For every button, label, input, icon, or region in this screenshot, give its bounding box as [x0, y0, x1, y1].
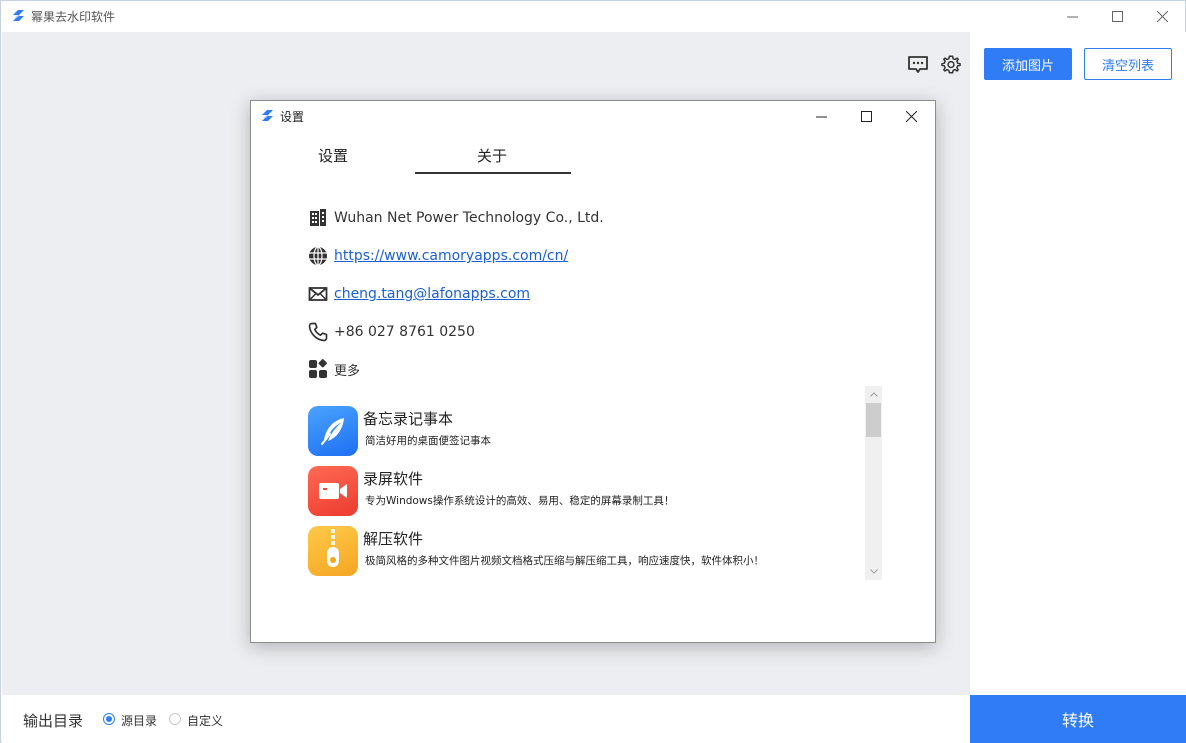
phone-icon [308, 322, 328, 342]
minimize-button[interactable] [1050, 1, 1094, 32]
app-name: 备忘录记事本 [363, 410, 454, 428]
scroll-down-button[interactable] [865, 563, 882, 580]
app-item-unzip[interactable]: 解压软件 极简风格的多种文件图片视频文档格式压缩与解压缩工具，响应速度快，软件体… [308, 526, 868, 578]
dialog-logo-icon [262, 110, 273, 121]
website-link[interactable]: https://www.camoryapps.com/cn/ [334, 248, 568, 264]
website-row: https://www.camoryapps.com/cn/ [308, 245, 568, 267]
apps-grid-icon [309, 359, 327, 378]
add-image-button[interactable]: 添加图片 [984, 48, 1072, 80]
tab-settings[interactable]: 设置 [318, 145, 348, 166]
gear-icon[interactable] [940, 54, 962, 76]
close-icon [905, 110, 917, 122]
app-item-screen-recorder[interactable]: 录屏软件 专为Windows操作系统设计的高效、易用、稳定的屏幕录制工具！ [308, 466, 868, 518]
app-item-memo[interactable]: 备忘录记事本 简洁好用的桌面便签记事本 [308, 406, 868, 458]
maximize-button[interactable] [1095, 1, 1139, 32]
more-label: 更多 [334, 363, 361, 379]
video-camera-icon [308, 466, 358, 516]
active-tab-indicator [415, 172, 571, 174]
phone-row: +86 027 8761 0250 [308, 321, 475, 343]
source-directory-radio[interactable] [103, 713, 115, 725]
output-directory-label: 输出目录 [23, 712, 84, 730]
dialog-maximize-button[interactable] [844, 101, 888, 131]
recommended-apps-list[interactable]: 备忘录记事本 简洁好用的桌面便签记事本 录屏软件 专为Windows操作系统设计… [308, 386, 883, 580]
window-title: 幂果去水印软件 [31, 10, 116, 24]
building-icon [310, 209, 326, 226]
dialog-close-button[interactable] [889, 101, 933, 131]
email-row: cheng.tang@lafonapps.com [308, 283, 530, 305]
chevron-up-icon [869, 392, 878, 397]
phone-number: +86 027 8761 0250 [334, 324, 475, 340]
zipper-icon [308, 526, 358, 576]
minimize-icon [815, 116, 827, 117]
source-directory-label[interactable]: 源目录 [121, 712, 157, 729]
dialog-minimize-button[interactable] [799, 101, 843, 131]
email-link[interactable]: cheng.tang@lafonapps.com [334, 286, 530, 302]
app-name: 录屏软件 [363, 470, 424, 488]
title-bar: 幂果去水印软件 [1, 1, 1185, 32]
app-description: 简洁好用的桌面便签记事本 [365, 435, 491, 447]
app-description: 极简风格的多种文件图片视频文档格式压缩与解压缩工具，响应速度快，软件体积小！ [365, 555, 764, 567]
file-list-panel [970, 32, 1186, 695]
clear-list-button[interactable]: 清空列表 [1084, 48, 1172, 80]
tab-about[interactable]: 关于 [477, 145, 507, 166]
maximize-icon [860, 110, 872, 122]
app-list-scrollbar[interactable] [865, 386, 882, 580]
custom-directory-radio[interactable] [169, 713, 181, 725]
custom-directory-label[interactable]: 自定义 [187, 712, 223, 729]
maximize-icon [1111, 11, 1123, 22]
app-name: 解压软件 [363, 530, 424, 548]
app-logo-icon [13, 10, 24, 21]
globe-icon [309, 246, 327, 266]
company-name: Wuhan Net Power Technology Co., Ltd. [334, 210, 604, 226]
close-icon [1156, 11, 1168, 22]
dialog-title: 设置 [280, 110, 305, 124]
company-row: Wuhan Net Power Technology Co., Ltd. [308, 207, 604, 229]
convert-button[interactable]: 转换 [970, 695, 1186, 743]
mail-icon [308, 287, 328, 301]
scroll-thumb[interactable] [866, 403, 881, 437]
minimize-icon [1066, 16, 1078, 18]
close-button[interactable] [1140, 1, 1184, 32]
more-apps-row: 更多 [308, 358, 360, 380]
scroll-up-button[interactable] [865, 386, 882, 403]
app-description: 专为Windows操作系统设计的高效、易用、稳定的屏幕录制工具！ [365, 495, 675, 507]
output-bar: 输出目录 源目录 自定义 [2, 695, 970, 743]
feedback-message-icon[interactable] [907, 55, 929, 75]
feather-icon [308, 406, 358, 456]
settings-dialog: 设置 设置 关于 Wuhan Net Power Technology Co.,… [250, 100, 936, 643]
chevron-down-icon [869, 569, 878, 574]
